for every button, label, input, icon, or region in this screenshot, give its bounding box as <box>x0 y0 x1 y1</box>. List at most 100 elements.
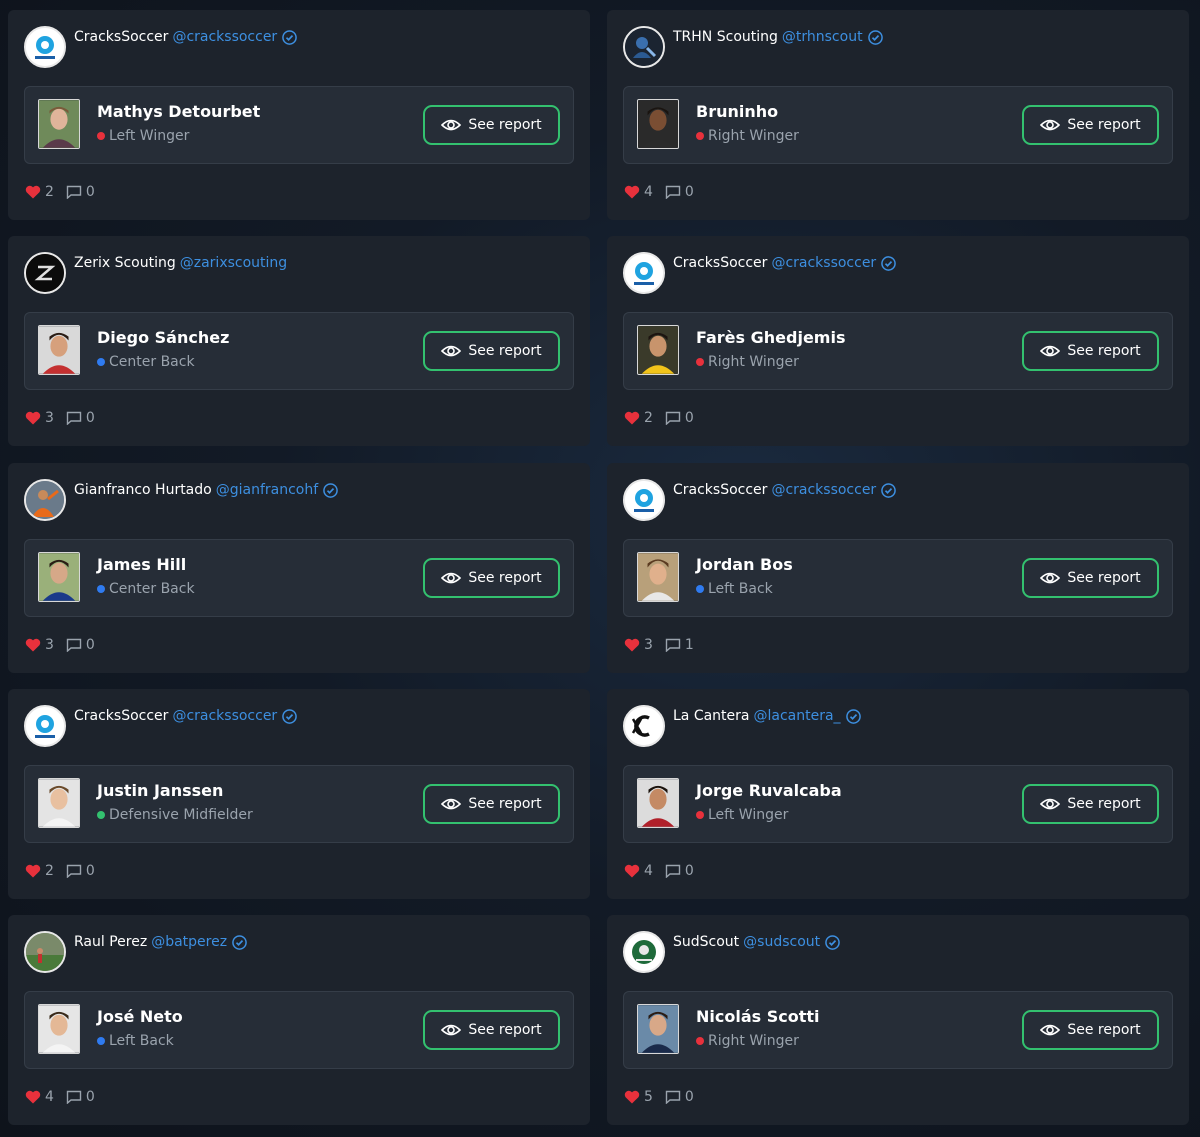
player-name[interactable]: Farès Ghedjemis <box>696 328 845 347</box>
position-dot <box>696 358 704 366</box>
see-report-button[interactable]: See report <box>1022 784 1159 824</box>
comment-icon[interactable] <box>665 1090 681 1104</box>
see-report-button[interactable]: See report <box>1022 558 1159 598</box>
player-position: Left Winger <box>696 807 788 823</box>
see-report-button[interactable]: See report <box>423 331 560 371</box>
author-name[interactable]: CracksSoccer <box>74 708 168 724</box>
heart-icon[interactable] <box>624 864 640 878</box>
person-photo-icon <box>26 481 64 519</box>
author-name[interactable]: Raul Perez <box>74 934 147 950</box>
position-label: Left Winger <box>708 807 789 823</box>
heart-icon[interactable] <box>624 1090 640 1104</box>
player-photo <box>637 99 679 149</box>
player-name[interactable]: José Neto <box>97 1007 183 1026</box>
likes-count: 4 <box>644 863 653 879</box>
heart-icon[interactable] <box>25 1090 41 1104</box>
see-report-button[interactable]: See report <box>423 1010 560 1050</box>
crackssoccer-logo-icon <box>625 481 663 519</box>
eye-icon <box>441 1024 462 1036</box>
author-name[interactable]: SudScout <box>673 934 739 950</box>
author-avatar[interactable] <box>24 705 66 747</box>
see-report-button[interactable]: See report <box>1022 105 1159 145</box>
heart-icon[interactable] <box>25 638 41 652</box>
player-photo <box>637 325 679 375</box>
player-name[interactable]: Diego Sánchez <box>97 328 229 347</box>
author-handle[interactable]: @gianfrancohf <box>216 482 318 498</box>
player-name[interactable]: Mathys Detourbet <box>97 102 260 121</box>
comment-icon[interactable] <box>665 638 681 652</box>
likes-count: 2 <box>45 863 54 879</box>
comment-icon[interactable] <box>66 638 82 652</box>
verified-badge-icon <box>845 708 861 724</box>
verified-badge-icon <box>323 482 338 498</box>
author-avatar[interactable] <box>623 931 665 973</box>
author-avatar[interactable] <box>623 705 665 747</box>
comments-count: 0 <box>684 1089 694 1105</box>
author-avatar[interactable] <box>623 252 665 294</box>
comment-icon[interactable] <box>66 864 82 878</box>
author-handle[interactable]: @batperez <box>151 934 227 950</box>
player-summary: Nicolás Scotti Right Winger See report <box>623 991 1173 1069</box>
heart-icon[interactable] <box>624 185 640 199</box>
crackssoccer-logo-icon <box>26 707 64 745</box>
comments-count: 0 <box>684 410 694 426</box>
author-handle[interactable]: @zarixscouting <box>180 255 287 271</box>
comment-icon[interactable] <box>665 185 681 199</box>
author-name[interactable]: Gianfranco Hurtado <box>74 482 212 498</box>
author-avatar[interactable] <box>24 479 66 521</box>
author-name[interactable]: CracksSoccer <box>673 482 767 498</box>
heart-icon[interactable] <box>25 185 41 199</box>
author-name[interactable]: TRHN Scouting <box>673 29 778 45</box>
comment-icon[interactable] <box>66 411 82 425</box>
heart-icon[interactable] <box>25 864 41 878</box>
card-header: CracksSoccer @crackssoccer <box>24 705 298 749</box>
author-handle[interactable]: @crackssoccer <box>771 255 876 271</box>
author-handle[interactable]: @sudscout <box>743 934 820 950</box>
author-name[interactable]: Zerix Scouting <box>74 255 176 271</box>
author-name[interactable]: CracksSoccer <box>74 29 168 45</box>
author-avatar[interactable] <box>623 479 665 521</box>
author-avatar[interactable] <box>24 931 66 973</box>
position-dot <box>97 585 105 593</box>
author-avatar[interactable] <box>623 26 665 68</box>
verified-badge-icon <box>881 482 897 498</box>
position-dot <box>97 358 105 366</box>
player-name[interactable]: Justin Janssen <box>97 781 223 800</box>
card-footer: 2 0 <box>25 184 95 200</box>
card-footer: 5 0 <box>624 1089 694 1105</box>
author-name[interactable]: La Cantera <box>673 708 750 724</box>
card-header: SudScout @sudscout <box>623 931 840 975</box>
heart-icon[interactable] <box>624 411 640 425</box>
player-photo <box>38 325 80 375</box>
player-summary: James Hill Center Back See report <box>24 539 574 617</box>
comment-icon[interactable] <box>66 1090 82 1104</box>
author-name[interactable]: CracksSoccer <box>673 255 767 271</box>
author-handle[interactable]: @crackssoccer <box>172 29 277 45</box>
see-report-button[interactable]: See report <box>1022 331 1159 371</box>
comment-icon[interactable] <box>665 411 681 425</box>
player-name[interactable]: Jordan Bos <box>696 555 793 574</box>
report-card: CracksSoccer @crackssoccer Farès Ghedjem… <box>607 236 1189 446</box>
author-handle[interactable]: @lacantera_ <box>754 708 841 724</box>
author-handle[interactable]: @crackssoccer <box>172 708 277 724</box>
comment-icon[interactable] <box>66 185 82 199</box>
author-handle[interactable]: @crackssoccer <box>771 482 876 498</box>
see-report-button[interactable]: See report <box>423 105 560 145</box>
player-name[interactable]: Nicolás Scotti <box>696 1007 820 1026</box>
eye-icon <box>441 345 462 357</box>
see-report-button[interactable]: See report <box>423 784 560 824</box>
verified-badge-icon <box>282 29 298 45</box>
player-name[interactable]: James Hill <box>97 555 186 574</box>
author-avatar[interactable] <box>24 26 66 68</box>
comment-icon[interactable] <box>665 864 681 878</box>
see-report-button[interactable]: See report <box>1022 1010 1159 1050</box>
heart-icon[interactable] <box>624 638 640 652</box>
player-name[interactable]: Bruninho <box>696 102 778 121</box>
player-name[interactable]: Jorge Ruvalcaba <box>696 781 842 800</box>
author-avatar[interactable] <box>24 252 66 294</box>
card-header: La Cantera @lacantera_ <box>623 705 861 749</box>
see-report-button[interactable]: See report <box>423 558 560 598</box>
report-card: CracksSoccer @crackssoccer Mathys Detour… <box>8 10 590 220</box>
heart-icon[interactable] <box>25 411 41 425</box>
author-handle[interactable]: @trhnscout <box>782 29 863 45</box>
